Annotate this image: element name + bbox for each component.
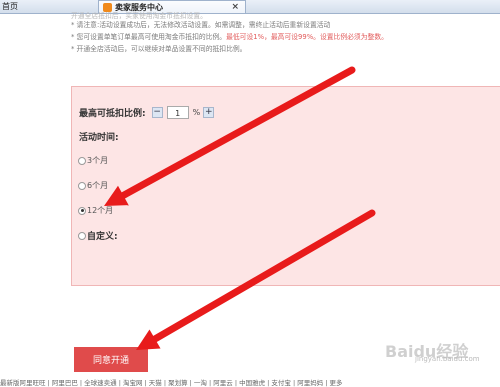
watermark-url: jingyan.baidu.com — [415, 355, 480, 363]
site-footer-links: 最新版阿里旺旺 | 阿里巴巴 | 全球速卖通 | 淘宝网 | 天猫 | 聚划算 … — [0, 379, 343, 387]
arrow-to-12-months-shaft — [119, 66, 356, 199]
arrow-to-submit-button-shaft — [151, 209, 376, 343]
annotation-arrows — [104, 66, 376, 350]
